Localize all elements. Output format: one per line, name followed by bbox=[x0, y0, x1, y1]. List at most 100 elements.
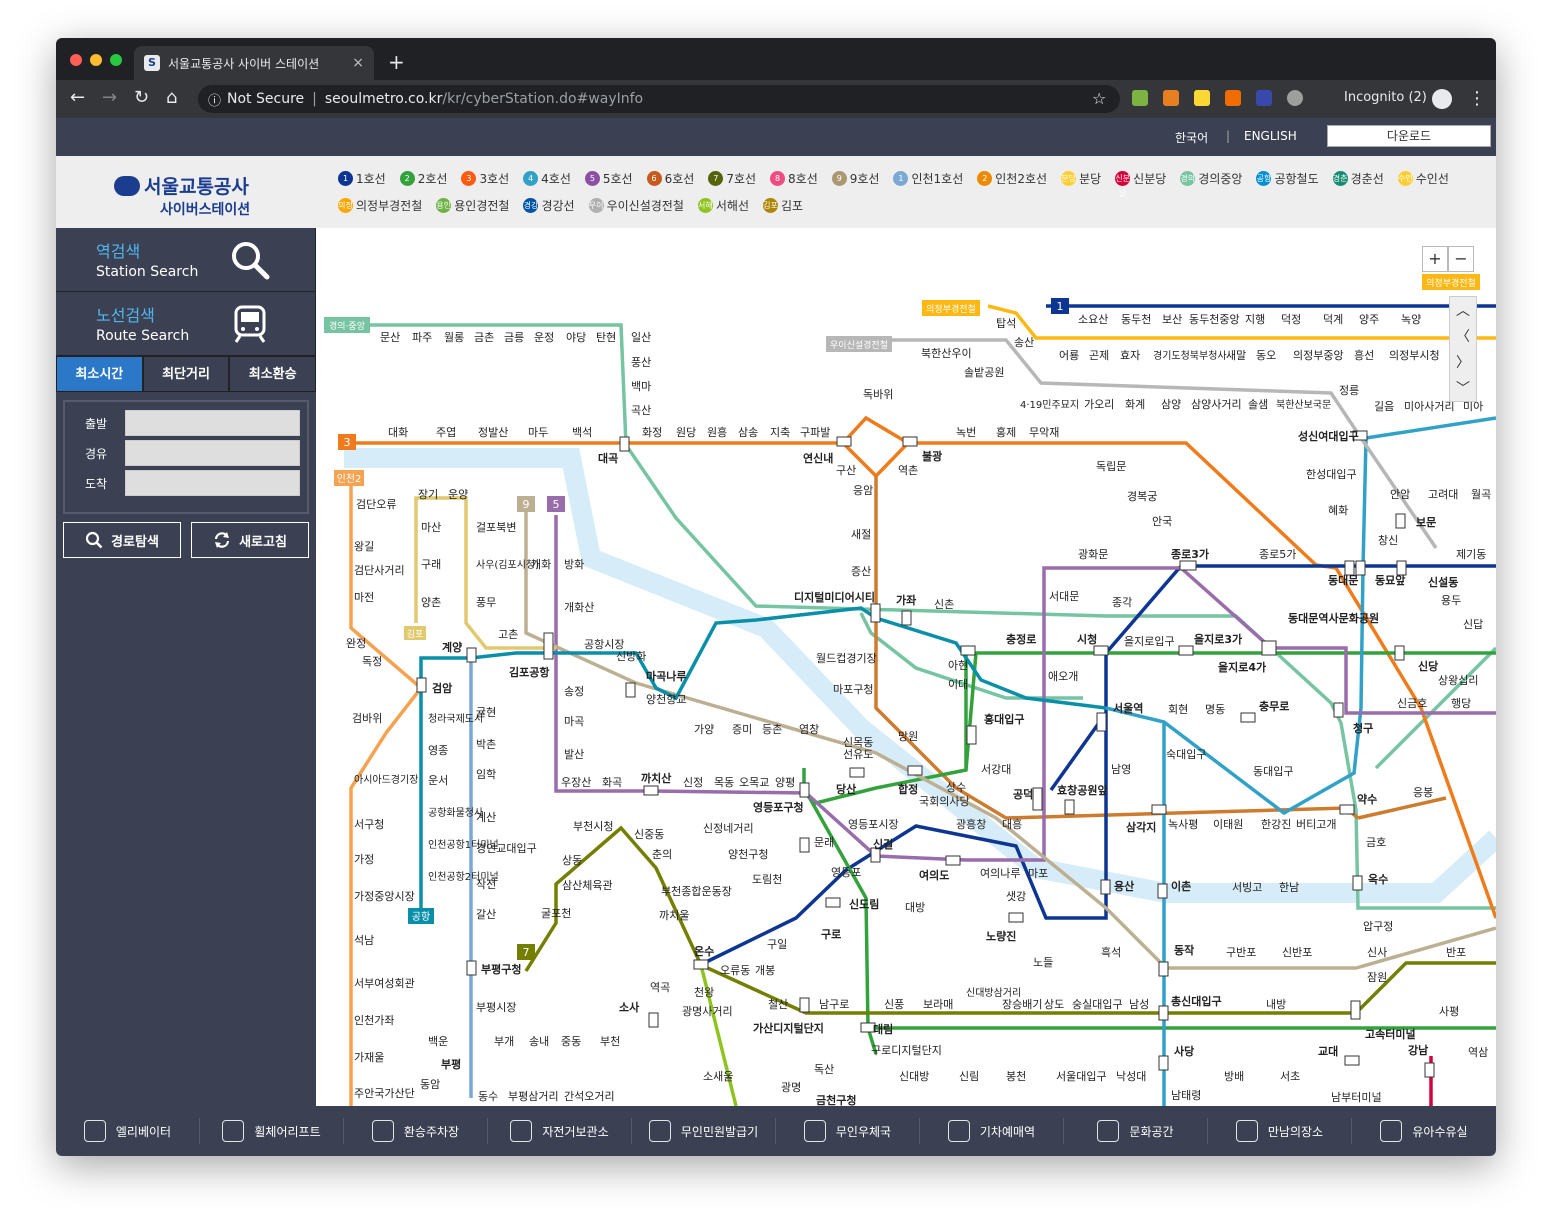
station-label[interactable]: 을지로4가 bbox=[1218, 660, 1266, 674]
incognito-label[interactable]: Incognito (2) bbox=[1344, 90, 1427, 105]
station-label[interactable]: 안국 bbox=[1152, 515, 1172, 528]
station-label[interactable]: 까치산 bbox=[641, 771, 671, 785]
station-label[interactable]: 상동 bbox=[562, 854, 582, 867]
station-label[interactable]: 마산 bbox=[421, 521, 441, 534]
station-label[interactable]: 금호 bbox=[1366, 836, 1386, 849]
station-label[interactable]: 갈산 bbox=[476, 907, 496, 921]
station-label[interactable]: 목동 bbox=[714, 776, 734, 789]
station-label[interactable]: 백마 bbox=[631, 380, 651, 393]
subway-map-canvas[interactable]: 1 3 5 9 7 인천2 경의·중앙 우이신설경전철 의정부경전철 의정부경전… bbox=[316, 228, 1496, 1106]
station-label[interactable]: 곤제 bbox=[1089, 349, 1109, 362]
station-label[interactable]: 남성 bbox=[1129, 998, 1149, 1011]
station-label[interactable]: 작전 bbox=[476, 878, 496, 891]
station-label[interactable]: 광명 bbox=[781, 1081, 801, 1094]
station-label[interactable]: 동두천 bbox=[1121, 312, 1151, 326]
station-label[interactable]: 삼양사거리 bbox=[1191, 398, 1242, 411]
station-label[interactable]: 장기 bbox=[418, 488, 438, 501]
legend-item[interactable]: 공항 공항철도 bbox=[1256, 170, 1319, 187]
legend-item[interactable]: 용인 용인경전철 bbox=[436, 197, 509, 214]
station-label[interactable]: 마포구청 bbox=[833, 683, 873, 696]
station-label[interactable]: 신사 bbox=[1367, 946, 1387, 959]
station-label[interactable]: 흥선 bbox=[1354, 348, 1374, 362]
station-label[interactable]: 삼양 bbox=[1161, 398, 1181, 411]
station-label[interactable]: 의정부시청 bbox=[1389, 349, 1440, 362]
station-label[interactable]: 독바위 bbox=[863, 388, 893, 401]
via-input[interactable] bbox=[125, 440, 300, 466]
facility-filter-button[interactable]: 무인민원발급기 bbox=[632, 1118, 776, 1144]
station-label[interactable]: 충정로 bbox=[1006, 632, 1036, 646]
station-label[interactable]: 녹양 bbox=[1401, 313, 1421, 326]
transfer-marker-oksu[interactable] bbox=[1352, 875, 1363, 891]
transfer-marker-ddp[interactable] bbox=[1261, 640, 1277, 656]
station-label[interactable]: 숭실대입구 bbox=[1072, 998, 1123, 1011]
legend-item[interactable]: 서해 서해선 bbox=[697, 197, 749, 214]
station-label[interactable]: 디지털미디어시티 bbox=[794, 590, 875, 604]
station-label[interactable]: 염창 bbox=[799, 723, 819, 736]
subway-map[interactable]: 1 3 5 9 7 인천2 경의·중앙 우이신설경전철 의정부경전철 의정부경전… bbox=[316, 228, 1496, 1106]
station-label[interactable]: 역삼 bbox=[1468, 1046, 1488, 1059]
station-label[interactable]: 금릉 bbox=[504, 331, 524, 344]
station-label[interactable]: 운정 bbox=[534, 331, 554, 344]
station-label[interactable]: 고속터미널 bbox=[1365, 1027, 1416, 1041]
station-label[interactable]: 신금호 bbox=[1397, 697, 1427, 710]
station-label[interactable]: 영등포 bbox=[831, 866, 861, 879]
facility-filter-button[interactable]: 휠체어리프트 bbox=[200, 1118, 344, 1144]
address-bar[interactable]: ⓘ Not Secure | seoulmetro.co.kr /kr/cybe… bbox=[198, 85, 1120, 113]
facility-filter-button[interactable]: 환승주차장 bbox=[344, 1118, 488, 1144]
station-label[interactable]: 응봉 bbox=[1413, 786, 1433, 799]
station-label[interactable]: 이대 bbox=[948, 678, 968, 691]
station-label[interactable]: 창신 bbox=[1378, 534, 1398, 547]
transfer-marker-yongsan[interactable] bbox=[1100, 879, 1111, 895]
station-label[interactable]: 대곡 bbox=[598, 451, 618, 465]
station-label[interactable]: 대림 bbox=[873, 1022, 893, 1036]
station-label[interactable]: 아시아드경기장 bbox=[354, 773, 418, 786]
station-label[interactable]: 부개 bbox=[494, 1035, 514, 1048]
station-label[interactable]: 신림 bbox=[959, 1070, 979, 1083]
station-label[interactable]: 서울역 bbox=[1113, 701, 1143, 715]
station-label[interactable]: 증미 bbox=[732, 723, 752, 736]
station-label[interactable]: 주안국가산단 bbox=[354, 1087, 415, 1100]
station-label[interactable]: 여의도 bbox=[919, 868, 949, 882]
legend-item[interactable]: 1 1호선 bbox=[338, 170, 386, 187]
station-label[interactable]: 부평 bbox=[441, 1057, 461, 1071]
station-label[interactable]: 가좌 bbox=[896, 593, 916, 607]
station-label[interactable]: 방배 bbox=[1224, 1070, 1244, 1083]
station-label[interactable]: 독산 bbox=[814, 1063, 834, 1076]
station-label[interactable]: 방화 bbox=[564, 558, 584, 571]
legend-item[interactable]: 우이 우이신설경전철 bbox=[588, 197, 684, 214]
legend-item[interactable]: 2 인천2호선 bbox=[977, 170, 1047, 187]
tab-shortest-distance[interactable]: 최단거리 bbox=[142, 356, 230, 392]
info-icon[interactable]: ⓘ bbox=[208, 90, 221, 109]
station-label[interactable]: 동대입구 bbox=[1253, 765, 1293, 778]
transfer-marker-sinseoldong[interactable] bbox=[1344, 560, 1355, 576]
station-label[interactable]: 효자 bbox=[1120, 349, 1140, 362]
station-label[interactable]: 길음 bbox=[1374, 400, 1394, 413]
station-label[interactable]: 한성대입구 bbox=[1306, 468, 1357, 481]
station-label[interactable]: 충무로 bbox=[1259, 699, 1289, 713]
station-label[interactable]: 사당 bbox=[1174, 1044, 1194, 1058]
transfer-marker-yeongdeungpo[interactable] bbox=[799, 837, 810, 853]
close-window-button[interactable] bbox=[70, 54, 82, 66]
station-label[interactable]: 백운 bbox=[428, 1035, 448, 1048]
station-label[interactable]: 부평시장 bbox=[476, 1001, 516, 1014]
station-label[interactable]: 압구정 bbox=[1363, 920, 1393, 933]
station-label[interactable]: 동대문역사문화공원 bbox=[1288, 611, 1379, 625]
station-label[interactable]: 오류동 bbox=[720, 964, 750, 977]
transfer-marker-noryangjin[interactable] bbox=[1008, 912, 1024, 923]
transfer-marker-dongmyo[interactable] bbox=[1396, 560, 1407, 576]
station-label[interactable]: 걸포북변 bbox=[476, 521, 516, 534]
station-label[interactable]: 탄현 bbox=[596, 331, 616, 344]
pan-left-icon[interactable]: 〈 bbox=[1456, 326, 1470, 346]
station-label[interactable]: 독립문 bbox=[1096, 460, 1126, 473]
legend-item[interactable]: 8 8호선 bbox=[770, 170, 818, 187]
station-label[interactable]: 계양 bbox=[442, 640, 462, 654]
station-label[interactable]: 용산 bbox=[1114, 879, 1134, 893]
refresh-button[interactable]: 새로고침 bbox=[191, 522, 309, 558]
legend-item[interactable]: 6 6호선 bbox=[646, 170, 694, 187]
home-icon[interactable]: ⌂ bbox=[166, 88, 177, 108]
station-label[interactable]: 원흥 bbox=[707, 425, 727, 439]
station-label[interactable]: 행당 bbox=[1451, 697, 1471, 710]
station-label[interactable]: 서울대입구 bbox=[1056, 1070, 1107, 1083]
station-label[interactable]: 금천구청 bbox=[816, 1093, 856, 1106]
station-label[interactable]: 신대방 bbox=[899, 1070, 929, 1083]
